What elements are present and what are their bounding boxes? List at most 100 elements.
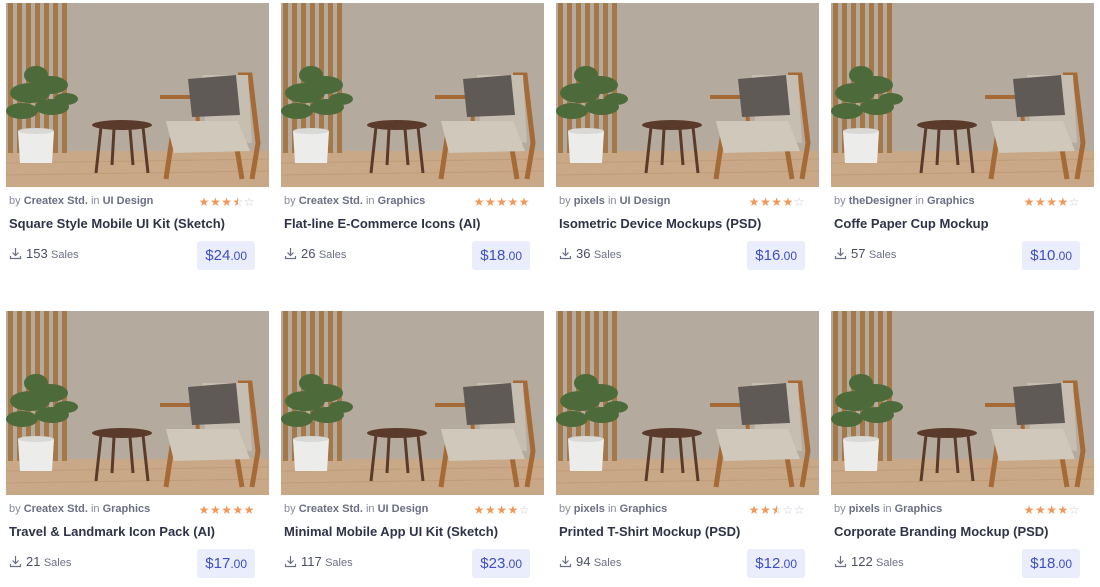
product-title[interactable]: Isometric Device Mockups (PSD)	[559, 216, 761, 231]
price-button[interactable]: $16.00	[747, 241, 805, 270]
product-card[interactable]: by theDesigner in Graphics ★★★★☆ Coffe P…	[831, 3, 1094, 279]
category-link[interactable]: Graphics	[103, 503, 151, 515]
product-title[interactable]: Travel & Landmark Icon Pack (AI)	[9, 524, 215, 539]
price-button[interactable]: $18.00	[472, 241, 530, 270]
sales-count: 26 Sales	[284, 246, 346, 263]
price-dollars: $18	[480, 247, 506, 264]
star-filled-icon: ★	[198, 195, 210, 209]
star-filled-icon: ★	[496, 503, 508, 517]
price-button[interactable]: $17.00	[197, 549, 255, 578]
price-button[interactable]: $12.00	[747, 549, 805, 578]
author-link[interactable]: Createx Std.	[299, 195, 363, 207]
star-empty-icon: ☆	[793, 503, 805, 517]
star-filled-icon: ★	[507, 503, 519, 517]
star-filled-icon: ★	[1046, 503, 1058, 517]
by-label: by	[9, 503, 21, 515]
category-link[interactable]: Graphics	[927, 195, 975, 207]
by-label: by	[284, 195, 296, 207]
sales-count: 36 Sales	[559, 246, 621, 263]
product-title[interactable]: Square Style Mobile UI Kit (Sketch)	[9, 216, 225, 231]
author-link[interactable]: Createx Std.	[24, 195, 88, 207]
category-link[interactable]: Graphics	[378, 195, 426, 207]
product-thumbnail[interactable]	[556, 311, 819, 495]
product-meta: by pixels in UI Design	[559, 195, 670, 207]
author-link[interactable]: pixels	[849, 503, 880, 515]
author-link[interactable]: theDesigner	[849, 195, 913, 207]
sales-number: 153	[26, 246, 48, 261]
sales-label: Sales	[593, 557, 622, 569]
product-card[interactable]: by pixels in Graphics ★★☆☆☆ Printed T-Sh…	[556, 311, 819, 587]
star-filled-icon: ★	[1057, 195, 1069, 209]
product-thumbnail[interactable]	[831, 3, 1094, 187]
sales-number: 36	[576, 246, 591, 261]
product-card[interactable]: by pixels in Graphics ★★★★☆ Corporate Br…	[831, 311, 1094, 587]
category-link[interactable]: Graphics	[895, 503, 943, 515]
star-empty-icon: ☆	[1068, 503, 1080, 517]
product-card[interactable]: by pixels in UI Design ★★★★☆ Isometric D…	[556, 3, 819, 279]
star-filled-icon: ★	[473, 195, 485, 209]
sales-count: 117 Sales	[284, 554, 353, 571]
category-link[interactable]: Graphics	[620, 503, 668, 515]
price-button[interactable]: $10.00	[1022, 241, 1080, 270]
price-dollars: $12	[755, 555, 781, 572]
price-dollars: $18	[1030, 555, 1056, 572]
product-thumbnail[interactable]	[6, 311, 269, 495]
product-meta: by Createx Std. in UI Design	[9, 195, 153, 207]
author-link[interactable]: Createx Std.	[299, 503, 363, 515]
sales-count: 21 Sales	[9, 554, 71, 571]
sales-label: Sales	[325, 557, 353, 569]
product-thumbnail[interactable]	[281, 311, 544, 495]
star-filled-icon: ★	[748, 195, 760, 209]
product-meta: by theDesigner in Graphics	[834, 195, 975, 207]
sales-label: Sales	[593, 249, 622, 261]
download-icon	[834, 247, 847, 263]
product-title[interactable]: Coffe Paper Cup Mockup	[834, 216, 989, 231]
product-card[interactable]: by Createx Std. in Graphics ★★★★★ Flat-l…	[281, 3, 544, 279]
product-title[interactable]: Minimal Mobile App UI Kit (Sketch)	[284, 524, 498, 539]
price-dollars: $24	[205, 247, 231, 264]
by-label: by	[834, 503, 846, 515]
in-label: in	[882, 503, 892, 515]
category-link[interactable]: UI Design	[378, 503, 429, 515]
price-dollars: $23	[480, 555, 506, 572]
price-button[interactable]: $23.00	[472, 549, 530, 578]
price-button[interactable]: $18.00	[1022, 549, 1080, 578]
by-label: by	[559, 195, 571, 207]
author-link[interactable]: pixels	[574, 195, 605, 207]
category-link[interactable]: UI Design	[620, 195, 671, 207]
star-filled-icon: ★	[496, 195, 508, 209]
product-title[interactable]: Flat-line E-Commerce Icons (AI)	[284, 216, 480, 231]
product-card[interactable]: by Createx Std. in UI Design ★★★☆☆ Squar…	[6, 3, 269, 279]
download-icon	[9, 247, 22, 263]
star-empty-icon: ☆	[1068, 195, 1080, 209]
star-filled-icon: ★	[209, 503, 222, 517]
product-thumbnail[interactable]	[831, 311, 1094, 495]
product-thumbnail[interactable]	[556, 3, 819, 187]
by-label: by	[834, 195, 846, 207]
rating-stars: ★★★★☆	[1024, 195, 1080, 209]
product-thumbnail[interactable]	[6, 3, 269, 187]
sales-number: 57	[851, 246, 866, 261]
product-thumbnail[interactable]	[281, 3, 544, 187]
star-filled-icon: ★	[198, 503, 210, 517]
author-link[interactable]: Createx Std.	[24, 503, 88, 515]
by-label: by	[9, 195, 21, 207]
star-empty-icon: ☆	[243, 195, 255, 209]
sales-count: 153 Sales	[9, 246, 79, 263]
product-title[interactable]: Corporate Branding Mockup (PSD)	[834, 524, 1049, 539]
sales-number: 122	[851, 554, 873, 569]
author-link[interactable]: pixels	[574, 503, 605, 515]
product-meta: by Createx Std. in Graphics	[9, 503, 150, 515]
rating-stars: ★★★★☆	[1024, 503, 1080, 517]
product-meta: by pixels in Graphics	[834, 503, 942, 515]
category-link[interactable]: UI Design	[103, 195, 154, 207]
star-filled-icon: ★	[782, 195, 794, 209]
product-card[interactable]: by Createx Std. in Graphics ★★★★★ Travel…	[6, 311, 269, 587]
price-button[interactable]: $24.00	[197, 241, 255, 270]
by-label: by	[559, 503, 571, 515]
star-filled-icon: ★	[221, 195, 233, 209]
in-label: in	[607, 503, 617, 515]
product-card[interactable]: by Createx Std. in UI Design ★★★★☆ Minim…	[281, 311, 544, 587]
sales-count: 94 Sales	[559, 554, 621, 571]
product-title[interactable]: Printed T-Shirt Mockup (PSD)	[559, 524, 740, 539]
